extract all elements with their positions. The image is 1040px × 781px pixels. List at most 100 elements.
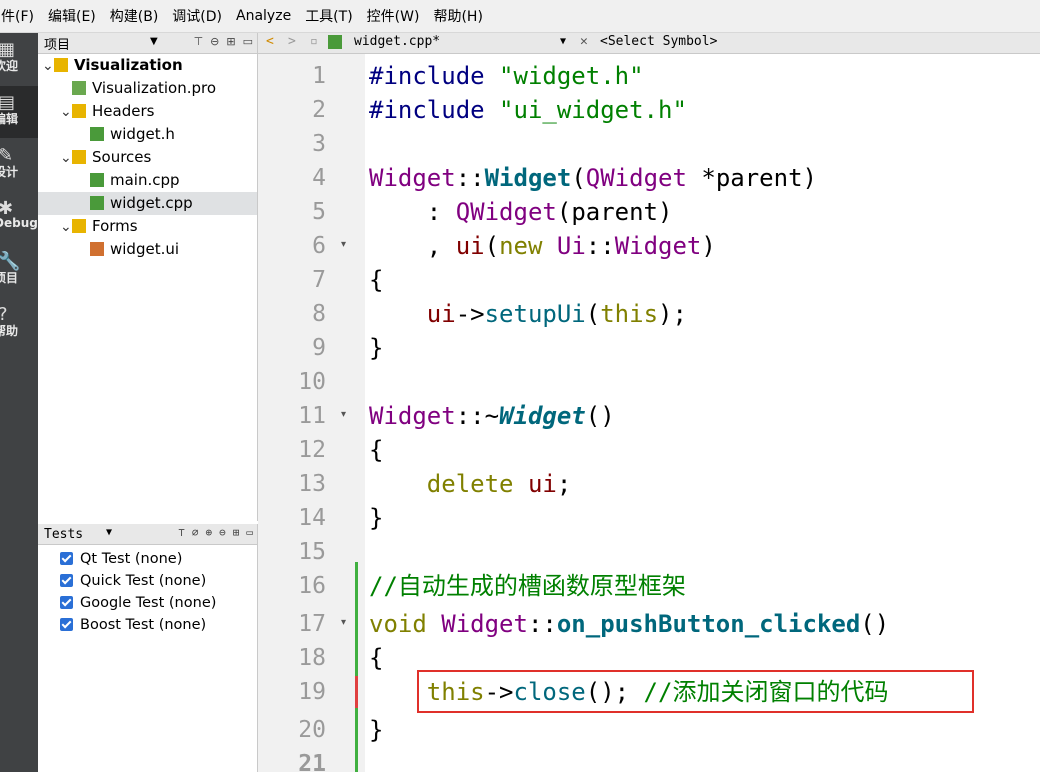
filter-icon[interactable]: ⊤ — [178, 526, 185, 539]
tree-item[interactable]: ⌄ Forms — [38, 215, 257, 238]
tree-item[interactable]: ⌄ Visualization — [38, 54, 257, 77]
forward-icon[interactable]: > — [288, 34, 296, 49]
menu-item[interactable]: 工具(T) — [298, 6, 359, 26]
wrench-icon: 🔧 — [0, 251, 21, 272]
expand-icon[interactable]: ⊕ — [206, 526, 213, 539]
line-number: 1 — [312, 63, 326, 89]
code-line: } — [369, 334, 384, 362]
highlight-box — [417, 670, 974, 713]
code-line: : QWidget(parent) — [369, 198, 673, 226]
test-item[interactable]: Qt Test (none) — [60, 548, 182, 570]
line-number: 7 — [312, 267, 326, 293]
code-line: { — [369, 644, 384, 672]
close-panel-icon[interactable]: ▭ — [243, 35, 253, 48]
test-item[interactable]: Quick Test (none) — [60, 570, 206, 592]
line-number: 12 — [298, 437, 326, 463]
change-marker — [355, 562, 358, 772]
mode-button[interactable]: ▤ 编辑 — [0, 86, 38, 138]
cpp-file-icon — [328, 35, 342, 49]
run-icon[interactable]: ⌀ — [192, 526, 199, 539]
back-icon[interactable]: < — [266, 34, 274, 49]
menu-item[interactable]: 帮助(H) — [426, 6, 489, 26]
line-number: 18 — [298, 645, 326, 671]
line-number: 3 — [312, 131, 326, 157]
code-line: //自动生成的槽函数原型框架 — [369, 572, 686, 600]
code-line: void Widget::on_pushButton_clicked() — [369, 610, 890, 638]
menu-item[interactable]: Analyze — [229, 8, 298, 24]
symbol-selector[interactable]: <Select Symbol> — [600, 34, 717, 49]
tree-item-label: Forms — [92, 217, 138, 235]
test-item[interactable]: Google Test (none) — [60, 592, 216, 614]
mode-label: 编辑 — [0, 112, 19, 126]
project-panel: 项目 ▼ ⊤ ⊖ ⊞ ▭ ⌄ Visualization Visualization… — [38, 33, 258, 521]
tree-item-label: Visualization — [74, 56, 183, 74]
test-item-label: Qt Test (none) — [80, 551, 183, 567]
filter-icon[interactable]: ⊤ — [194, 35, 204, 48]
test-item[interactable]: Boost Test (none) — [60, 614, 206, 636]
line-number: 9 — [312, 335, 326, 361]
menu-item[interactable]: 编辑(E) — [41, 6, 103, 26]
mode-button[interactable]: ?帮助 — [0, 298, 38, 350]
menu-item[interactable]: 调试(D) — [165, 6, 229, 26]
fold-arrow-icon[interactable]: ▾ — [341, 617, 346, 628]
code-line: Widget::~Widget() — [369, 402, 615, 430]
tree-item-label: widget.h — [110, 125, 175, 143]
test-item-label: Quick Test (none) — [80, 573, 207, 589]
tree-item[interactable]: ⌄ Headers — [38, 100, 257, 123]
tree-item[interactable]: widget.h — [38, 123, 257, 146]
tree-item[interactable]: ⌄ Sources — [38, 146, 257, 169]
ui-file-icon — [90, 242, 104, 256]
tests-dropdown-icon[interactable]: ▼ — [106, 527, 112, 538]
menu-item[interactable]: 控件(W) — [360, 6, 427, 26]
tests-panel: Tests ▼ ⊤ ⌀ ⊕ ⊖ ⊞ ▭ Qt Test (none) Quick … — [38, 524, 258, 772]
mode-button[interactable]: ✎ 设计 — [0, 139, 38, 191]
split-icon[interactable]: ⊞ — [233, 526, 240, 539]
mode-button[interactable]: ✱Debug — [0, 192, 38, 244]
split-icon[interactable]: ⊞ — [226, 35, 235, 48]
checkbox-checked[interactable] — [60, 574, 73, 587]
tree-item-label: widget.cpp — [110, 194, 193, 212]
test-item-label: Google Test (none) — [80, 595, 217, 611]
line-number: 16 — [298, 573, 326, 599]
line-number: 13 — [298, 471, 326, 497]
menu-item[interactable]: 构建(B) — [103, 6, 166, 26]
header-file-icon — [90, 127, 104, 141]
line-number: 15 — [298, 539, 326, 565]
file-tab-label[interactable]: widget.cpp* — [354, 34, 440, 49]
line-number: 2 — [312, 97, 326, 123]
tests-panel-title: Tests — [44, 526, 84, 542]
cpp-file-icon — [90, 173, 104, 187]
expand-arrow-icon[interactable]: ⌄ — [60, 147, 72, 170]
line-number: 17 — [298, 611, 326, 637]
collapse-icon[interactable]: ⊖ — [219, 526, 226, 539]
fold-arrow-icon[interactable]: ▾ — [341, 239, 346, 250]
checkbox-checked[interactable] — [60, 596, 73, 609]
tree-item-label: widget.ui — [110, 240, 180, 258]
expand-arrow-icon[interactable]: ⌄ — [60, 101, 72, 124]
project-icon — [54, 58, 68, 72]
tree-item[interactable]: widget.ui — [38, 238, 257, 261]
tree-item[interactable]: widget.cpp — [38, 192, 257, 215]
tree-item[interactable]: Visualization.pro — [38, 77, 257, 100]
project-panel-header: 项目 ▼ ⊤ ⊖ ⊞ ▭ — [38, 33, 257, 54]
line-number: 20 — [298, 717, 326, 743]
help-icon: ? — [0, 304, 16, 325]
close-file-icon[interactable]: ✕ — [580, 34, 588, 49]
menu-item[interactable]: 件(F) — [0, 6, 41, 26]
tree-item[interactable]: main.cpp — [38, 169, 257, 192]
fold-arrow-icon[interactable]: ▾ — [341, 409, 346, 420]
project-dropdown-icon[interactable]: ▼ — [150, 36, 158, 47]
close-panel-icon[interactable]: ▭ — [246, 526, 253, 539]
tree-item-label: Visualization.pro — [92, 79, 217, 97]
checkbox-checked[interactable] — [60, 552, 73, 565]
expand-arrow-icon[interactable]: ⌄ — [42, 55, 54, 78]
expand-arrow-icon[interactable]: ⌄ — [60, 216, 72, 239]
mode-button[interactable]: ▦ 欢迎 — [0, 33, 38, 85]
link-icon[interactable]: ⊖ — [210, 35, 219, 48]
folder-h-icon — [72, 104, 86, 118]
code-line: { — [369, 436, 384, 464]
mode-button[interactable]: 🔧 项目 — [0, 245, 38, 297]
file-dropdown-icon[interactable]: ▼ — [560, 36, 566, 47]
line-number: 14 — [298, 505, 326, 531]
checkbox-checked[interactable] — [60, 618, 73, 631]
